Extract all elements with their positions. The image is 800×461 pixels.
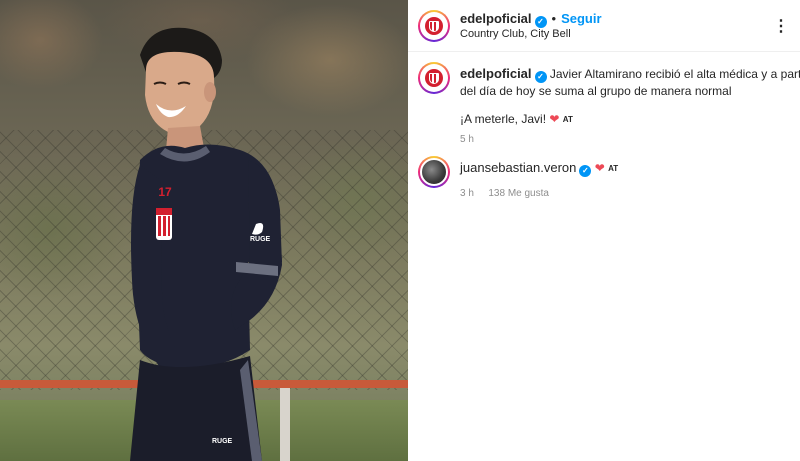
location-link[interactable]: Country Club, City Bell — [460, 28, 571, 40]
caption: edelpoficial ✓ Javier Altamirano recibió … — [460, 66, 800, 145]
caption-text-line2: del día de hoy se suma al grupo de maner… — [460, 84, 732, 98]
flag-text: AT — [608, 164, 619, 173]
separator-dot: • — [551, 11, 557, 26]
caption-text-line3: ¡A meterle, Javi! — [460, 112, 547, 126]
comment: juansebastian.veron ✓ ❤ AT 3 h 138 Me gus… — [460, 160, 790, 201]
post-photo[interactable]: 17 RUGE RUGE — [0, 0, 408, 461]
caption-author-avatar[interactable] — [418, 62, 450, 94]
commenter-avatar[interactable] — [418, 156, 450, 188]
verified-badge-icon: ✓ — [534, 71, 547, 83]
jersey-brand-text: RUGE — [250, 236, 271, 243]
club-crest-icon — [425, 69, 443, 87]
svg-text:17: 17 — [158, 185, 172, 199]
heart-emoji-icon: ❤ — [549, 112, 560, 126]
shorts-brand-text: RUGE — [212, 438, 233, 445]
player-figure: 17 — [130, 27, 282, 461]
verified-badge-icon: ✓ — [534, 16, 547, 28]
post-sidebar: edelpoficial ✓ • Seguir Country Club, City … — [408, 0, 800, 461]
verified-badge-icon: ✓ — [579, 165, 592, 177]
club-crest-icon — [425, 17, 443, 35]
comment-meta: 3 h 138 Me gusta — [460, 183, 790, 201]
more-options-icon[interactable]: ⋮ — [773, 16, 790, 36]
caption-username[interactable]: edelpoficial — [460, 66, 532, 81]
comment-likes[interactable]: 138 Me gusta — [488, 188, 549, 199]
header-user-line: edelpoficial ✓ • Seguir — [460, 10, 602, 28]
author-avatar[interactable] — [418, 10, 450, 42]
follow-button[interactable]: Seguir — [561, 11, 601, 26]
post-header: edelpoficial ✓ • Seguir Country Club, City … — [408, 0, 800, 52]
caption-timestamp[interactable]: 5 h — [460, 134, 790, 145]
caption-text-line1: Javier Altamirano recibió el alta médica… — [549, 67, 800, 81]
comment-timestamp[interactable]: 3 h — [460, 188, 474, 199]
comment-username[interactable]: juansebastian.veron — [460, 160, 576, 175]
flag-text: AT — [562, 115, 573, 124]
heart-emoji-icon: ❤ — [594, 161, 605, 175]
author-username[interactable]: edelpoficial — [460, 11, 532, 26]
